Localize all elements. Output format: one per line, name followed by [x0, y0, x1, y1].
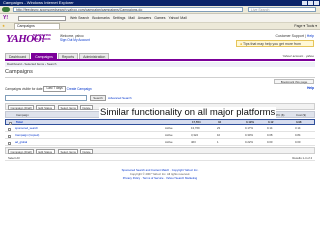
cell-cpc: 0.12	[268, 120, 274, 124]
cell-ctr: 0.30%	[245, 133, 253, 137]
filter-label: Campaigns visible for date	[5, 86, 43, 91]
customer-support-link[interactable]: Customer Support	[276, 34, 304, 38]
back-forward-icon[interactable]	[2, 7, 10, 12]
maximize-button[interactable]	[308, 1, 313, 5]
cell-cpc: 0.00	[267, 140, 273, 144]
cell-status: Active	[165, 140, 173, 144]
address-bar: http://feedsync.sponsoredsearch.yahoo.co…	[0, 6, 320, 14]
table-row[interactable]: ad_global Active 463 1 0.22% 0.00 0.00	[5, 140, 315, 146]
cell-cost: 3.98	[296, 120, 302, 124]
cell-name[interactable]: Total	[16, 120, 22, 126]
overlay-caption: Similar functionality on all major platf…	[99, 107, 277, 118]
bookmark-button[interactable]: Bookmark this page	[274, 79, 314, 84]
toolbar-item[interactable]: Web Search	[70, 14, 89, 22]
table-row[interactable]: Total 17,554 34 0.19% 0.12 3.98	[5, 119, 315, 125]
cell-status: Active	[165, 126, 173, 130]
toolbar-item[interactable]: Bookmarks	[92, 14, 110, 22]
toolbar-item[interactable]: Answers	[138, 14, 151, 22]
action-button[interactable]: Select Items	[58, 105, 79, 110]
row-checkbox[interactable]	[8, 141, 11, 145]
page-tools-menu[interactable]: Page ▾ Tools ▾	[294, 23, 317, 29]
account-links[interactable]: Sign Out My Account	[60, 38, 90, 42]
window-controls	[302, 1, 319, 5]
cell-clicks: 34	[218, 120, 222, 124]
help-link[interactable]: Help	[307, 34, 314, 38]
legal-line-3[interactable]: Privacy Policy · Terms of Service · Yaho…	[0, 176, 320, 180]
table-footer: Select All Results 1-4 of 4	[5, 155, 315, 161]
toolbar-item[interactable]: Games	[154, 14, 165, 22]
cell-cost: 0.00	[295, 140, 301, 144]
cell-ctr: 0.17%	[245, 126, 253, 130]
cell-impr: 3,322	[191, 133, 198, 137]
cell-cpc: 0.14	[267, 126, 273, 130]
table-row[interactable]: sponsored_search Active 13,769 23 0.17% 0.14 3…	[5, 126, 315, 132]
create-campaign-link[interactable]: Create Campaign	[67, 87, 92, 91]
lightbulb-icon: ●	[240, 42, 243, 46]
cell-ctr: 0.19%	[246, 120, 254, 124]
favorites-bar: ★ Campaigns Page ▾ Tools ▾	[0, 23, 320, 30]
cell-cost: 3.14	[295, 126, 301, 130]
help-links: Customer Support | Help	[275, 34, 314, 38]
toolbar-item[interactable]: Mail	[128, 14, 134, 22]
page-title: Campaigns	[5, 69, 33, 75]
close-button[interactable]	[314, 1, 319, 5]
action-button[interactable]: Edit Status	[36, 149, 55, 154]
action-button[interactable]: Delete	[80, 105, 94, 110]
action-button[interactable]: Select Items	[58, 149, 79, 154]
select-all[interactable]: Select All	[8, 155, 20, 161]
legal-footer: Sponsored Search and Content Match · Cop…	[0, 168, 320, 180]
help-link-2[interactable]: Help	[307, 86, 314, 90]
action-button[interactable]: Campaign (Draft)	[8, 105, 35, 110]
favorites-star-icon[interactable]: ★	[2, 23, 5, 29]
row-checkbox[interactable]	[8, 134, 11, 138]
table-row[interactable]: Campaign (Copied) Active 3,322 10 0.30% 0.08 0…	[5, 133, 315, 139]
results-count: Results 1-4 of 4	[292, 156, 312, 160]
cell-cpc: 0.08	[267, 133, 273, 137]
cell-ctr: 0.22%	[245, 140, 253, 144]
row-checkbox[interactable]	[9, 121, 12, 125]
advanced-search-link[interactable]: Advanced Search	[108, 96, 132, 100]
campaign-search-input[interactable]	[5, 95, 87, 101]
cell-status: Active	[165, 133, 173, 137]
cell-clicks: 10	[217, 133, 221, 137]
cell-impr: 17,554	[192, 120, 201, 124]
cell-name[interactable]: Campaign (Copied)	[15, 133, 39, 139]
cell-clicks: 1	[217, 140, 219, 144]
cell-impr: 13,769	[191, 126, 200, 130]
toolbar-items: Web Search Bookmarks Settings Mail Answers Ga…	[70, 14, 187, 22]
browser-tab[interactable]: Campaigns	[14, 23, 60, 29]
column-header[interactable]: Campaign	[16, 112, 29, 118]
cell-impr: 463	[191, 140, 196, 144]
filter-row: Campaigns visible for date Last 7 days C…	[5, 86, 92, 92]
tip-text: Tips that may help you get more from	[243, 42, 301, 46]
tip-banner[interactable]: ● Tips that may help you get more from	[236, 40, 314, 47]
date-range-select[interactable]: Last 7 days	[43, 86, 66, 92]
row-checkbox[interactable]	[8, 127, 11, 131]
account-info: Yahoo! account · yahoo	[282, 54, 314, 58]
logo-subtitle-line-2: SOLUTIONS	[33, 36, 51, 41]
yahoo-toolbar: Y! Web Search Bookmarks Settings Mail Answer…	[0, 14, 320, 23]
breadcrumb: Dashboard › Selected Items › Search	[5, 62, 315, 67]
action-button[interactable]: Edit Status	[36, 105, 55, 110]
search-button[interactable]: Search	[90, 95, 106, 101]
bottom-action-bar: Campaign (Draft) Edit Status Select Items D…	[5, 147, 315, 154]
toolbar-search-input[interactable]	[18, 15, 66, 21]
url-field[interactable]: http://feedsync.sponsoredsearch.yahoo.co…	[13, 7, 243, 12]
toolbar-yahoo-logo[interactable]: Y!	[3, 15, 8, 21]
logo-subtitle: MARKETING SOLUTIONS	[33, 33, 51, 41]
cell-clicks: 23	[217, 126, 221, 130]
cell-name[interactable]: sponsored_search	[15, 126, 38, 132]
column-header[interactable]: Cost ($)	[296, 112, 306, 118]
minimize-button[interactable]	[302, 1, 307, 5]
toolbar-item[interactable]: Yahoo! Mail	[169, 14, 187, 22]
browser-search-input[interactable]: Live Search	[248, 7, 316, 12]
nav-divider	[5, 59, 315, 61]
action-button[interactable]: Campaign (Draft)	[8, 149, 35, 154]
action-button[interactable]: Delete	[80, 149, 94, 154]
cell-name[interactable]: ad_global	[15, 140, 27, 146]
welcome-text: Welcome, yahoo Sign Out My Account	[60, 34, 90, 42]
toolbar-item[interactable]: Settings	[113, 14, 126, 22]
cell-cost: 0.84	[295, 133, 301, 137]
title-divider	[5, 77, 315, 78]
